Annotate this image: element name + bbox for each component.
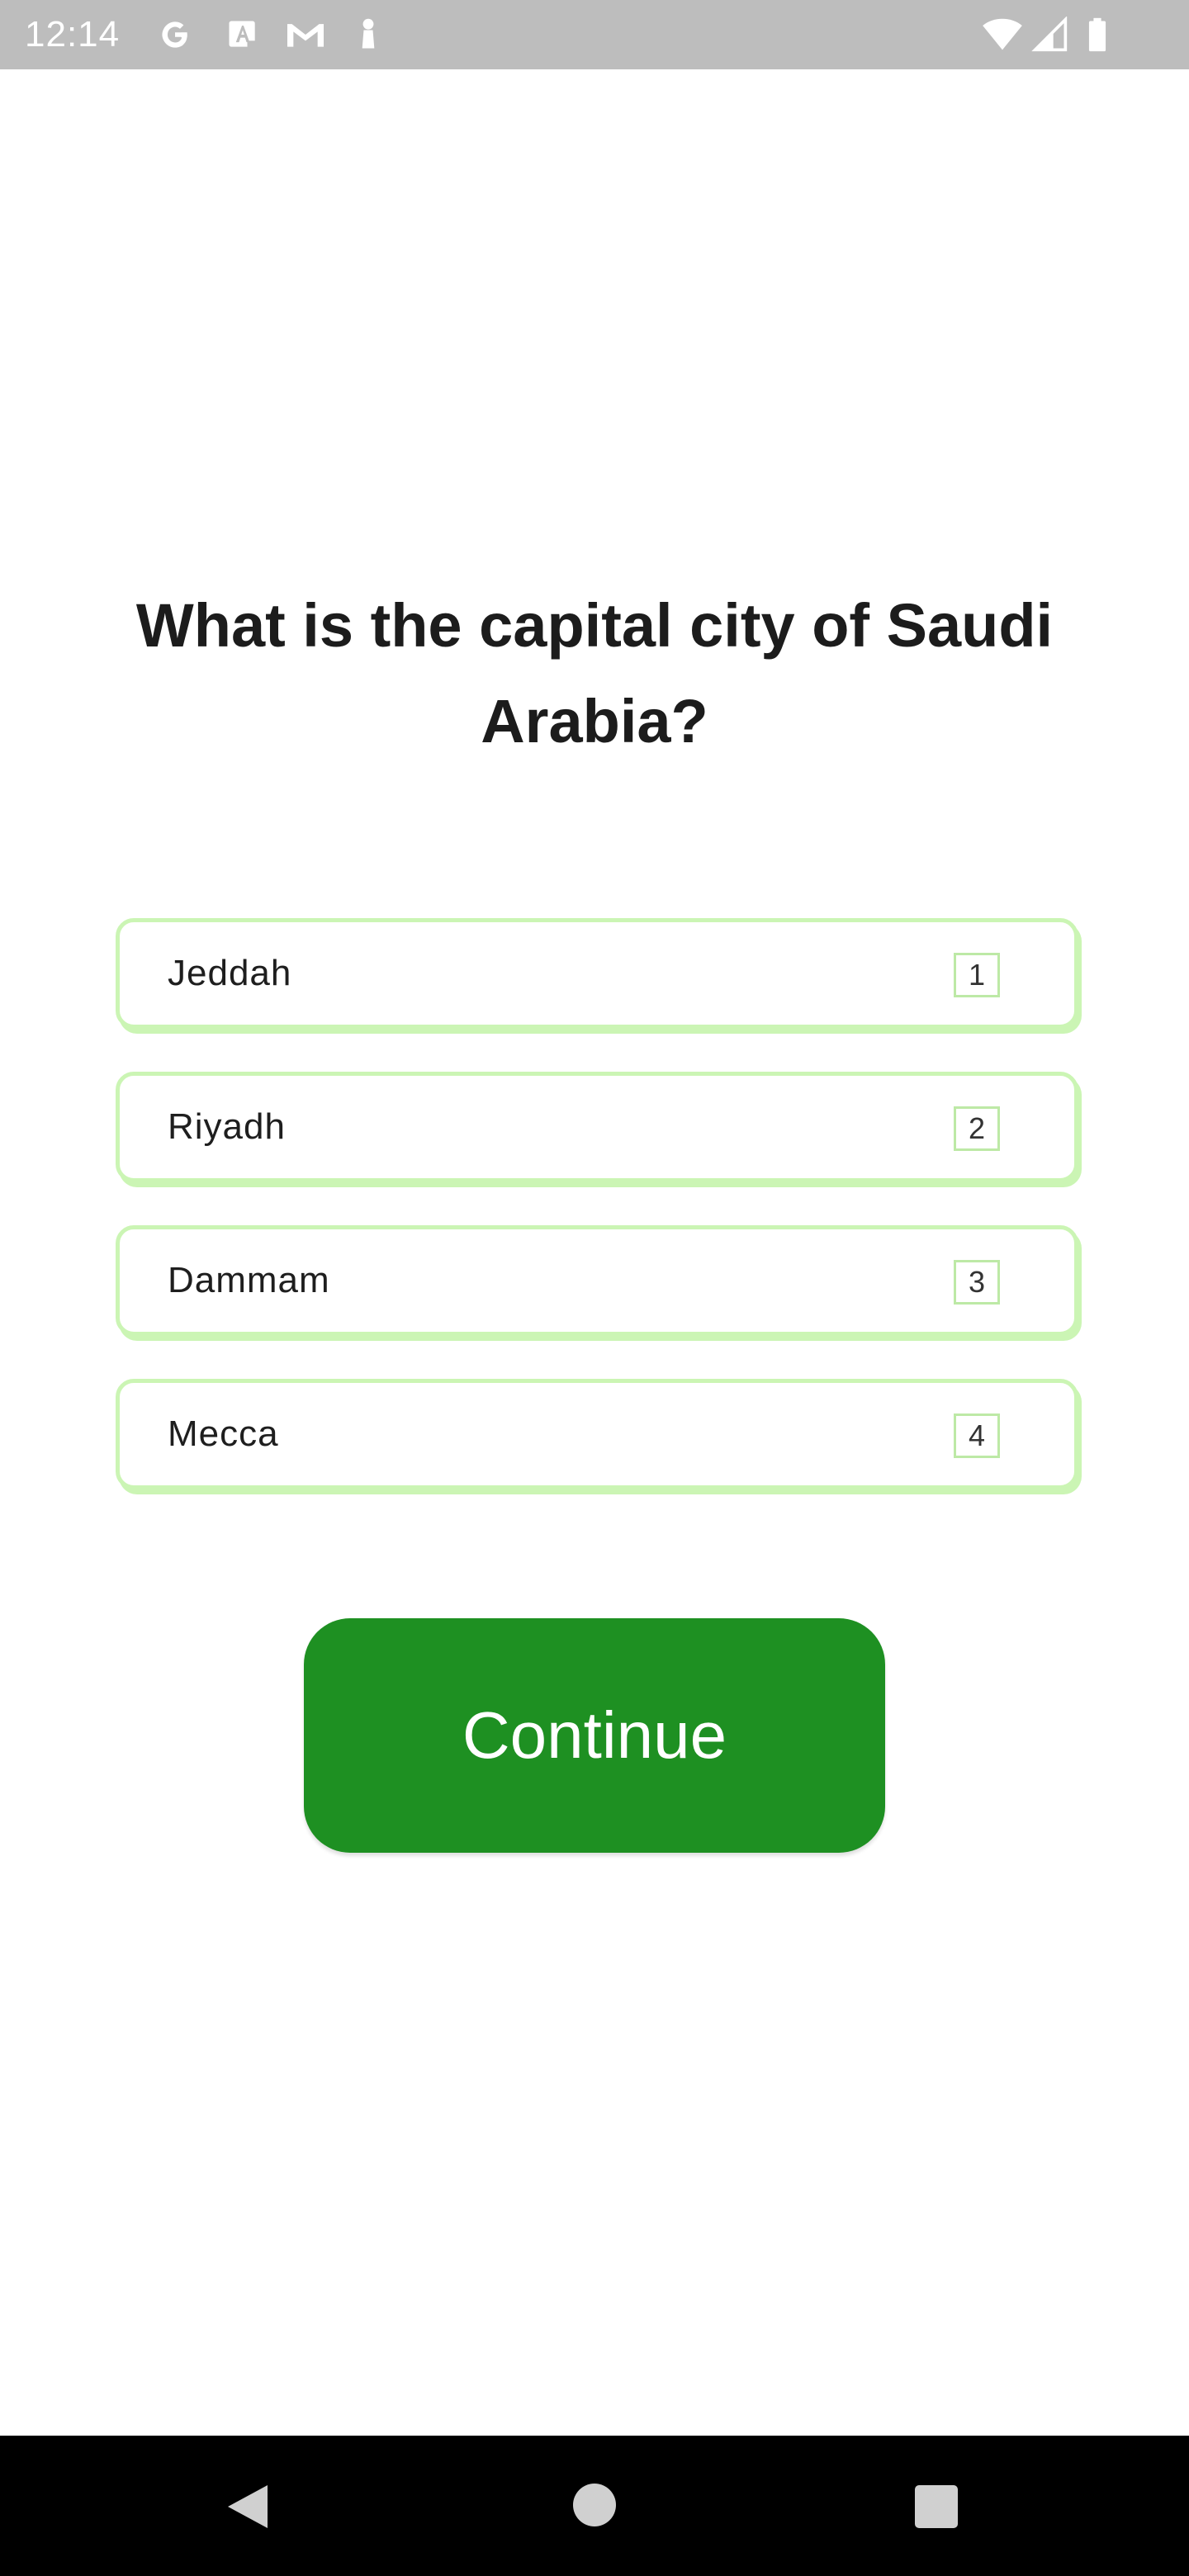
question-title: What is the capital city of Saudi Arabia… (135, 591, 1054, 755)
answer-option-dammam[interactable]: Dammam 3 (116, 1225, 1078, 1336)
home-icon[interactable] (573, 2484, 616, 2526)
option-label: Jeddah (168, 953, 292, 993)
option-key-badge: 2 (954, 1106, 1000, 1151)
battery-icon (1085, 17, 1110, 53)
answer-option-jeddah[interactable]: Jeddah 1 (116, 918, 1078, 1029)
status-bar: 12:14 (0, 0, 1189, 69)
font-a-icon (223, 17, 263, 53)
option-label: Riyadh (168, 1106, 286, 1147)
option-key-badge: 1 (954, 953, 1000, 997)
cellular-signal-icon (1030, 17, 1070, 53)
answer-options: Jeddah 1 Riyadh 2 Dammam 3 Mecca 4 (116, 918, 1078, 1532)
answer-option-mecca[interactable]: Mecca 4 (116, 1379, 1078, 1489)
option-label: Dammam (168, 1260, 330, 1300)
gmail-icon (282, 17, 329, 53)
answer-option-riyadh[interactable]: Riyadh 2 (116, 1072, 1078, 1182)
recents-icon[interactable] (915, 2485, 958, 2528)
wifi-icon (979, 17, 1026, 53)
google-g-icon (155, 17, 195, 53)
chess-pawn-icon (352, 17, 385, 53)
option-label: Mecca (168, 1413, 279, 1454)
option-key-badge: 4 (954, 1413, 1000, 1458)
navigation-bar (0, 2436, 1189, 2576)
status-time: 12:14 (25, 14, 121, 54)
option-key-badge: 3 (954, 1260, 1000, 1305)
back-icon[interactable] (225, 2482, 274, 2531)
continue-button[interactable]: Continue (304, 1618, 885, 1853)
